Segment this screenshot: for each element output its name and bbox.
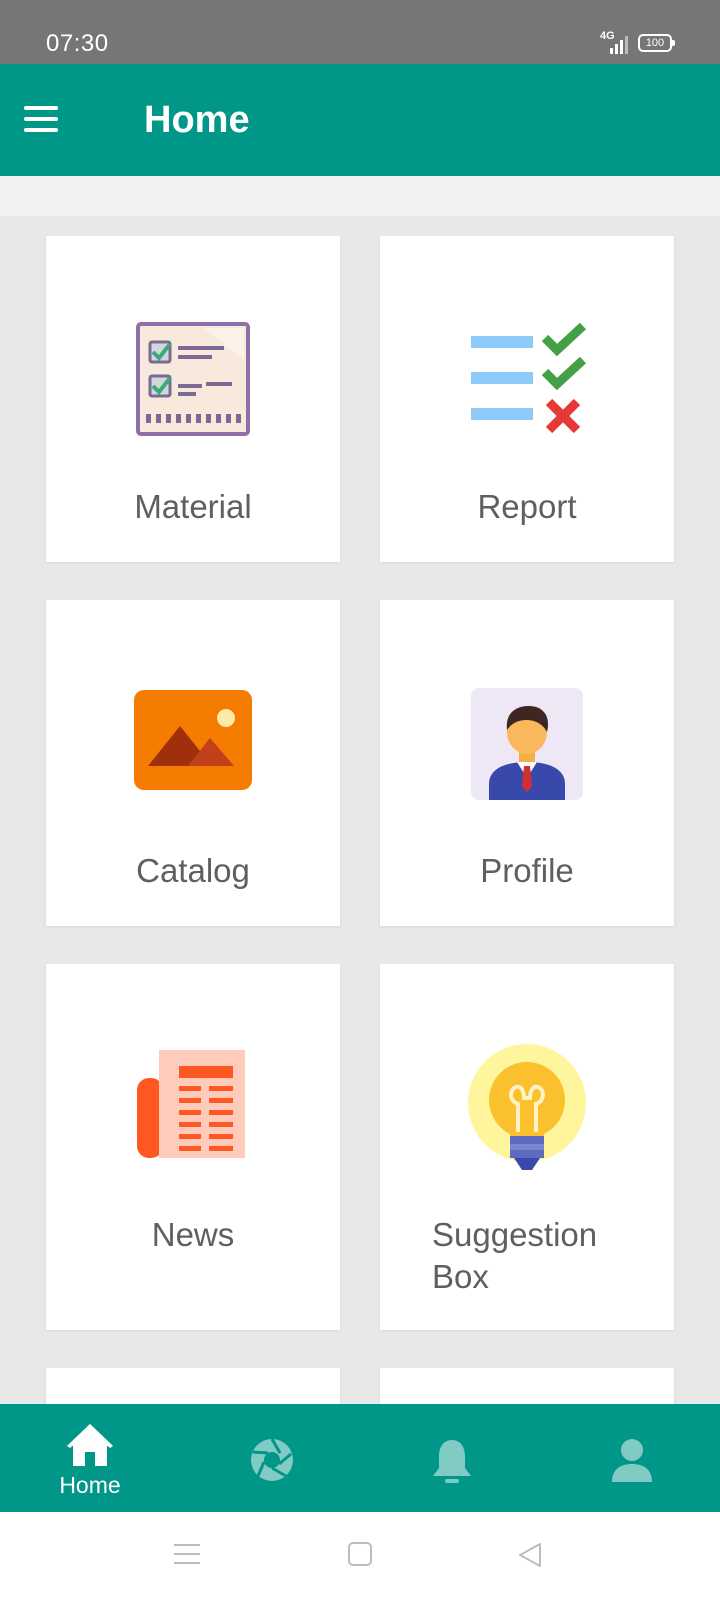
person-icon — [471, 688, 583, 800]
back-triangle-icon[interactable] — [518, 1542, 542, 1568]
tile-label: Profile — [480, 852, 574, 889]
system-navigation-bar — [0, 1512, 720, 1600]
tile-label: Suggestion Box — [432, 1216, 598, 1295]
nav-account[interactable] — [542, 1404, 720, 1512]
report-checklist-icon — [471, 322, 587, 434]
tile-partial[interactable] — [46, 1368, 340, 1404]
tile-label: News — [151, 1216, 235, 1253]
tile-grid: Material Report Catalog Profile News Sug… — [0, 216, 720, 1404]
hamburger-menu-icon[interactable] — [24, 106, 58, 132]
battery-level: 100 — [645, 37, 665, 49]
header-divider-strip — [0, 176, 720, 216]
signal-icon: 4G — [594, 30, 628, 54]
nav-home[interactable]: Home — [0, 1404, 180, 1512]
nav-home-label: Home — [59, 1472, 121, 1498]
tile-news[interactable]: News — [46, 964, 340, 1330]
tile-suggestion-box[interactable]: Suggestion Box — [380, 964, 674, 1330]
newspaper-icon — [137, 1050, 245, 1158]
checklist-icon — [136, 322, 250, 436]
status-time: 07:30 — [46, 30, 109, 57]
recents-icon[interactable] — [174, 1542, 200, 1566]
bottom-navigation: Home — [0, 1404, 720, 1512]
nav-notifications[interactable] — [362, 1404, 542, 1512]
tile-profile[interactable]: Profile — [380, 600, 674, 926]
tile-label: Catalog — [136, 852, 250, 889]
aperture-icon — [251, 1438, 293, 1481]
tile-material[interactable]: Material — [46, 236, 340, 562]
tile-report[interactable]: Report — [380, 236, 674, 562]
tile-label: Report — [477, 488, 577, 525]
page-title: Home — [144, 99, 250, 141]
home-square-icon[interactable] — [348, 1542, 372, 1566]
home-icon — [67, 1424, 113, 1466]
tile-label: Material — [134, 488, 252, 525]
status-indicators: 4G 100 — [594, 30, 675, 54]
status-bar: 07:30 4G 100 — [0, 0, 720, 64]
image-icon — [134, 690, 252, 790]
tile-catalog[interactable]: Catalog — [46, 600, 340, 926]
bell-icon — [433, 1440, 471, 1483]
nav-gallery[interactable] — [182, 1404, 362, 1512]
lightbulb-icon — [468, 1044, 586, 1170]
tile-partial[interactable] — [380, 1368, 674, 1404]
user-icon — [612, 1439, 652, 1482]
app-bar: Home — [0, 64, 720, 176]
battery-icon: 100 — [638, 34, 675, 52]
